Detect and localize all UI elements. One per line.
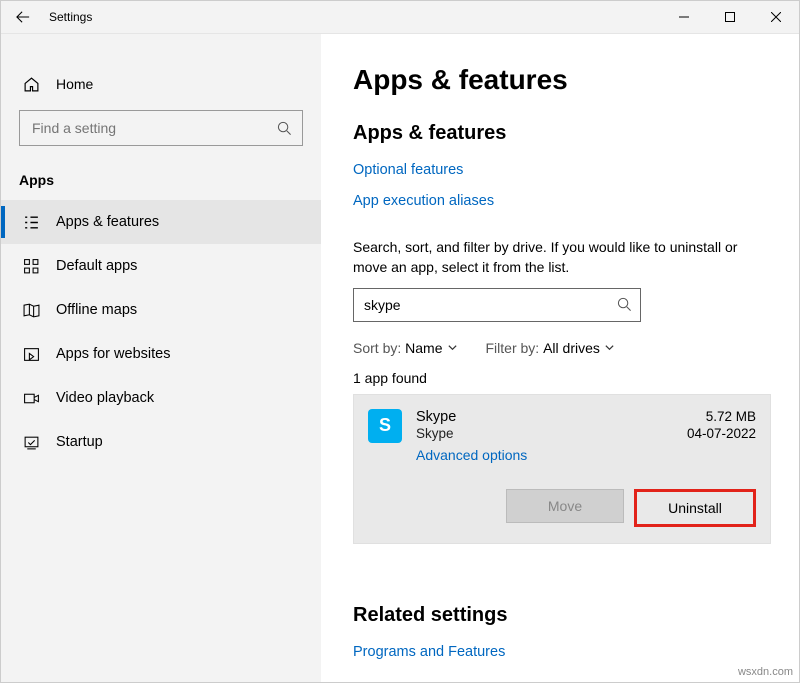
back-button[interactable] [1,1,45,33]
sidebar-item-default-apps[interactable]: Default apps [1,244,321,288]
nav-label: Offline maps [56,302,137,318]
filter-value: All drives [543,340,600,356]
filter-label: Filter by: [486,340,540,356]
sidebar-item-startup[interactable]: Startup [1,420,321,464]
app-name: Skype [416,409,673,425]
nav-label: Default apps [56,258,137,274]
nav-label: Apps for websites [56,346,170,362]
sidebar-item-apps-features[interactable]: Apps & features [1,200,321,244]
chevron-down-icon [604,342,615,353]
startup-icon [23,434,40,451]
uninstall-button[interactable]: Uninstall [634,489,756,527]
nav-label: Video playback [56,390,154,406]
optional-features-link[interactable]: Optional features [353,162,463,178]
related-title: Related settings [353,604,771,627]
app-execution-aliases-link[interactable]: App execution aliases [353,193,494,209]
video-playback-icon [23,390,40,407]
app-search-box[interactable] [353,288,641,322]
close-icon [771,12,781,22]
settings-window: Settings Home Apps Apps & fea [0,0,800,683]
arrow-left-icon [16,10,30,24]
page-title: Apps & features [353,64,771,96]
app-list-item[interactable]: S Skype Skype Advanced options 5.72 MB 0… [353,394,771,544]
sort-label: Sort by: [353,340,401,356]
minimize-button[interactable] [661,1,707,33]
advanced-options-link[interactable]: Advanced options [416,447,673,463]
chevron-down-icon [447,342,458,353]
watermark: wsxdn.com [738,666,793,678]
skype-icon: S [368,409,402,443]
related-settings: Related settings Programs and Features [353,604,771,674]
offline-maps-icon [23,302,40,319]
app-size: 5.72 MB [687,409,756,424]
home-icon [23,76,40,93]
search-icon [277,121,292,136]
sidebar-search[interactable] [19,110,303,146]
sidebar-search-input[interactable] [30,119,277,137]
window-title: Settings [45,10,92,24]
default-apps-icon [23,258,40,275]
maximize-icon [725,12,735,22]
titlebar: Settings [1,1,799,34]
programs-and-features-link[interactable]: Programs and Features [353,644,505,660]
search-icon [617,297,632,312]
sidebar-item-apps-for-websites[interactable]: Apps for websites [1,332,321,376]
close-button[interactable] [753,1,799,33]
result-count: 1 app found [353,370,771,386]
sidebar-item-offline-maps[interactable]: Offline maps [1,288,321,332]
app-search-input[interactable] [362,296,617,314]
sort-value: Name [405,340,442,356]
apps-for-websites-icon [23,346,40,363]
sort-by[interactable]: Sort by: Name [353,340,458,356]
app-publisher: Skype [416,426,673,441]
nav-label: Apps & features [56,214,159,230]
section-description: Search, sort, and filter by drive. If yo… [353,237,771,278]
home-label: Home [56,76,93,92]
move-button: Move [506,489,624,523]
minimize-icon [679,12,689,22]
filter-row: Sort by: Name Filter by: All drives [353,340,771,356]
apps-features-icon [23,214,40,231]
window-body: Home Apps Apps & features Default apps O… [1,34,799,682]
section-title: Apps & features [353,122,771,145]
sidebar-section-label: Apps [1,162,321,200]
home-nav[interactable]: Home [1,64,321,104]
maximize-button[interactable] [707,1,753,33]
sidebar-item-video-playback[interactable]: Video playback [1,376,321,420]
sidebar: Home Apps Apps & features Default apps O… [1,34,321,682]
content-pane[interactable]: Apps & features Apps & features Optional… [321,34,799,682]
filter-by[interactable]: Filter by: All drives [486,340,615,356]
nav-label: Startup [56,434,103,450]
app-date: 04-07-2022 [687,426,756,441]
